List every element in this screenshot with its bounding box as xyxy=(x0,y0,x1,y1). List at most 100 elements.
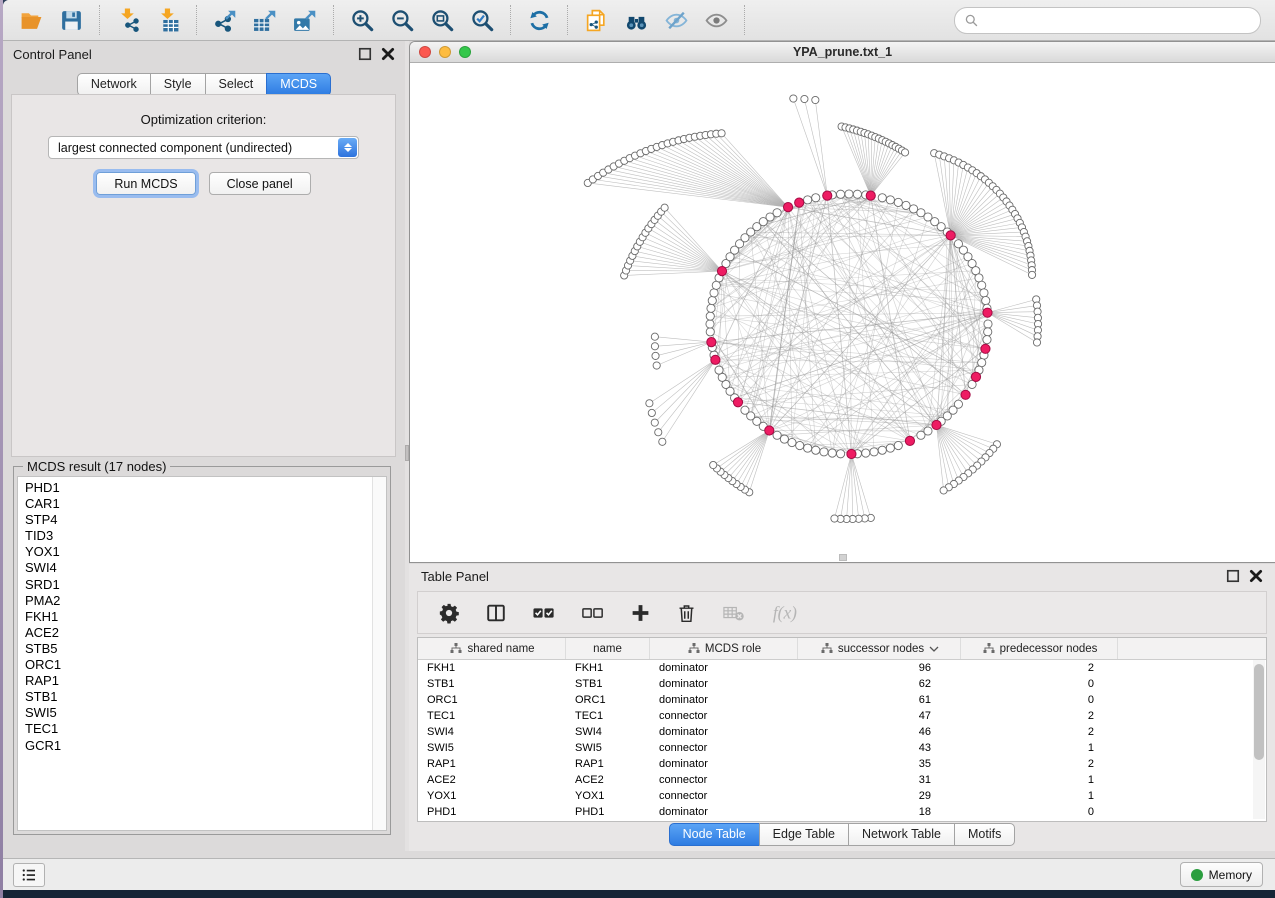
import-table-icon[interactable] xyxy=(154,6,182,34)
table-tabs: Node TableEdge TableNetwork TableMotifs xyxy=(409,823,1275,846)
zoom-in-icon[interactable] xyxy=(348,6,376,34)
cell-shared-name: SWI5 xyxy=(418,742,566,754)
tab-mcds[interactable]: MCDS xyxy=(266,73,331,96)
optimization-criterion-value: largest connected component (undirected) xyxy=(49,141,337,155)
close-window-button[interactable] xyxy=(419,46,431,58)
table-row[interactable]: YOX1YOX1connector291 xyxy=(418,788,1266,804)
mcds-result-item[interactable]: FKH1 xyxy=(25,609,373,625)
cell-predecessor-nodes: 2 xyxy=(961,726,1118,738)
cell-MCDS-role: dominator xyxy=(650,806,798,818)
column-header-shared-name[interactable]: shared name xyxy=(418,638,566,659)
list-menu-button[interactable] xyxy=(13,863,45,887)
search-input[interactable] xyxy=(984,12,1250,28)
table-row[interactable]: ORC1ORC1dominator610 xyxy=(418,692,1266,708)
column-header-name[interactable]: name xyxy=(566,638,650,659)
float-table-panel-icon[interactable] xyxy=(1226,569,1240,583)
table-tab-motifs[interactable]: Motifs xyxy=(954,823,1015,846)
cell-successor-nodes: 31 xyxy=(798,774,961,786)
mcds-result-title: MCDS result (17 nodes) xyxy=(23,459,170,474)
table-tab-edge-table[interactable]: Edge Table xyxy=(759,823,849,846)
tab-select[interactable]: Select xyxy=(205,73,268,96)
attribute-tree-icon xyxy=(688,643,700,654)
close-table-panel-icon[interactable] xyxy=(1249,569,1263,583)
cell-successor-nodes: 35 xyxy=(798,758,961,770)
cell-successor-nodes: 29 xyxy=(798,790,961,802)
table-row[interactable]: FKH1FKH1dominator962 xyxy=(418,660,1266,676)
tab-style[interactable]: Style xyxy=(150,73,206,96)
table-row[interactable]: RAP1RAP1dominator352 xyxy=(418,756,1266,772)
open-file-icon[interactable] xyxy=(17,6,45,34)
network-canvas[interactable] xyxy=(410,63,1275,562)
tab-network[interactable]: Network xyxy=(77,73,151,96)
mcds-result-item[interactable]: STP4 xyxy=(25,512,373,528)
duplicate-network-icon[interactable] xyxy=(582,6,610,34)
memory-button[interactable]: Memory xyxy=(1180,862,1263,887)
mcds-result-item[interactable]: TEC1 xyxy=(25,721,373,737)
canvas-splitter-grip[interactable] xyxy=(839,554,847,561)
cell-MCDS-role: dominator xyxy=(650,726,798,738)
mcds-result-item[interactable]: SWI5 xyxy=(25,705,373,721)
cell-MCDS-role: connector xyxy=(650,742,798,754)
table-tab-node-table[interactable]: Node Table xyxy=(669,823,760,846)
find-icon[interactable] xyxy=(622,6,650,34)
hide-selected-icon[interactable] xyxy=(662,6,690,34)
add-icon[interactable] xyxy=(630,602,651,624)
close-panel-button[interactable]: Close panel xyxy=(209,172,311,195)
run-mcds-button[interactable]: Run MCDS xyxy=(96,172,195,195)
table-row[interactable]: ACE2ACE2connector311 xyxy=(418,772,1266,788)
column-header-MCDS-role[interactable]: MCDS role xyxy=(650,638,798,659)
toolbar-group xyxy=(197,5,334,35)
mcds-result-listbox: PHD1CAR1STP4TID3YOX1SWI4SRD1PMA2FKH1ACE2… xyxy=(17,476,387,831)
mcds-result-item[interactable]: PHD1 xyxy=(25,480,373,496)
mcds-result-item[interactable]: ORC1 xyxy=(25,657,373,673)
table-row[interactable]: SWI4SWI4dominator462 xyxy=(418,724,1266,740)
zoom-selected-icon[interactable] xyxy=(468,6,496,34)
column-header-successor-nodes[interactable]: successor nodes xyxy=(798,638,961,659)
mcds-result-item[interactable]: PMA2 xyxy=(25,593,373,609)
export-table-icon[interactable] xyxy=(251,6,279,34)
refresh-icon[interactable] xyxy=(525,6,553,34)
show-all-icon[interactable] xyxy=(702,6,730,34)
maximize-window-button[interactable] xyxy=(459,46,471,58)
table-scrollbar-thumb[interactable] xyxy=(1254,664,1264,760)
export-network-icon[interactable] xyxy=(211,6,239,34)
mcds-result-item[interactable]: RAP1 xyxy=(25,673,373,689)
settings-icon[interactable] xyxy=(438,602,460,624)
save-icon[interactable] xyxy=(57,6,85,34)
delete-icon[interactable] xyxy=(676,602,697,624)
table-scrollbar[interactable] xyxy=(1253,660,1265,819)
table-header-row: shared namenameMCDS rolesuccessor nodesp… xyxy=(418,638,1266,660)
close-panel-icon[interactable] xyxy=(381,47,395,61)
select-all-icon[interactable] xyxy=(532,602,556,624)
table-row[interactable]: STB1STB1dominator620 xyxy=(418,676,1266,692)
cell-shared-name: PHD1 xyxy=(418,806,566,818)
deselect-all-icon[interactable] xyxy=(581,602,605,624)
mcds-result-item[interactable]: ACE2 xyxy=(25,625,373,641)
table-row[interactable]: TEC1TEC1connector472 xyxy=(418,708,1266,724)
zoom-fit-icon[interactable] xyxy=(428,6,456,34)
mcds-result-item[interactable]: YOX1 xyxy=(25,544,373,560)
mcds-result-item[interactable]: STB1 xyxy=(25,689,373,705)
mcds-result-item[interactable]: TID3 xyxy=(25,528,373,544)
cell-successor-nodes: 62 xyxy=(798,678,961,690)
columns-icon[interactable] xyxy=(485,602,507,624)
mcds-result-item[interactable]: GCR1 xyxy=(25,738,373,754)
table-row[interactable]: PHD1PHD1dominator180 xyxy=(418,804,1266,820)
mcds-result-item[interactable]: CAR1 xyxy=(25,496,373,512)
zoom-out-icon[interactable] xyxy=(388,6,416,34)
mcds-scrollbar[interactable] xyxy=(372,477,386,830)
mcds-result-item[interactable]: SRD1 xyxy=(25,577,373,593)
list-menu-icon xyxy=(20,866,38,884)
float-panel-icon[interactable] xyxy=(358,47,372,61)
table-tab-network-table[interactable]: Network Table xyxy=(848,823,955,846)
mcds-result-item[interactable]: SWI4 xyxy=(25,560,373,576)
table-row[interactable]: SWI5SWI5connector431 xyxy=(418,740,1266,756)
table-body: FKH1FKH1dominator962STB1STB1dominator620… xyxy=(418,660,1266,820)
import-network-icon[interactable] xyxy=(114,6,142,34)
optimization-criterion-select[interactable]: largest connected component (undirected) xyxy=(48,136,359,159)
export-image-icon[interactable] xyxy=(291,6,319,34)
mcds-result-item[interactable]: STB5 xyxy=(25,641,373,657)
minimize-window-button[interactable] xyxy=(439,46,451,58)
cell-predecessor-nodes: 1 xyxy=(961,790,1118,802)
column-header-predecessor-nodes[interactable]: predecessor nodes xyxy=(961,638,1118,659)
